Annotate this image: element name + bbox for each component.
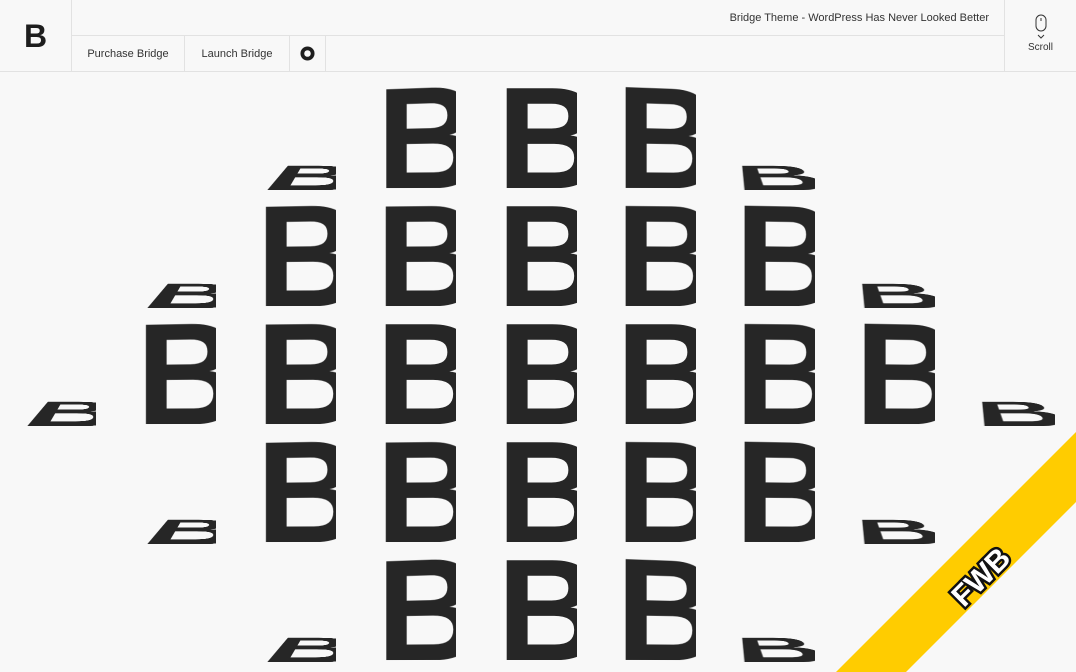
hero-b-glyph: B [497, 436, 577, 544]
hero-b-glyph: B [735, 436, 815, 544]
hero-b-letter: B [376, 554, 456, 662]
fwb-ribbon-graphic: FWB [836, 432, 1076, 672]
hero-b-glyph: B [735, 318, 815, 426]
hero-b-letter: B [735, 318, 815, 426]
hero-b-glyph: B [497, 318, 577, 426]
hero-b-glyph: B [497, 200, 577, 308]
hero-b-letter: B [735, 632, 815, 662]
hero-b-letter: B [376, 436, 456, 544]
scroll-label: Scroll [1027, 42, 1053, 53]
hero-b-glyph: B [256, 554, 336, 662]
hero-b-letter: B [497, 436, 577, 544]
ribbon-band [836, 432, 1076, 672]
hero-b-letter: B [497, 82, 577, 190]
hero-b-glyph: B [256, 82, 336, 190]
hero-b-glyph: B [497, 554, 577, 662]
hero-b-glyph: B [376, 82, 456, 190]
hero-b-letter: B [256, 200, 336, 308]
hero-b-letter: B [616, 318, 696, 426]
hero-b-letter: B [855, 278, 935, 308]
hero-b-letter: B [376, 82, 456, 190]
launch-bridge-link[interactable]: Launch Bridge [185, 36, 290, 71]
purchase-bridge-link[interactable]: Purchase Bridge [72, 36, 185, 71]
hero-b-letter: B [256, 160, 336, 190]
tagline-row: Bridge Theme - WordPress Has Never Looke… [72, 0, 1004, 36]
site-tagline: Bridge Theme - WordPress Has Never Looke… [729, 12, 989, 24]
hero-b-letter: B [256, 632, 336, 662]
hero-b-glyph: B [735, 554, 815, 662]
hero-b-letter: B [616, 554, 696, 662]
scroll-button[interactable]: Scroll [1004, 0, 1076, 71]
main-nav: Purchase Bridge Launch Bridge [72, 36, 326, 71]
hero-b-glyph: B [855, 318, 935, 426]
hero-b-letter: B [376, 318, 456, 426]
hero-b-letter: B [136, 318, 216, 426]
hero-b-glyph: B [256, 436, 336, 544]
fwb-ribbon[interactable]: FWB [836, 432, 1076, 672]
hero-b-glyph: B [735, 82, 815, 190]
hero-b-glyph: B [975, 318, 1055, 426]
hero-b-letter: B [136, 278, 216, 308]
ring-button[interactable] [290, 36, 326, 71]
logo-letter[interactable]: B [24, 20, 47, 52]
hero-b-letter: B [497, 318, 577, 426]
hero-b-letter: B [497, 554, 577, 662]
hero-b-letter: B [256, 318, 336, 426]
hero-b-letter: B [616, 82, 696, 190]
hero-b-letter: B [975, 396, 1055, 426]
hero-b-glyph: B [376, 200, 456, 308]
hero-b-glyph: B [136, 436, 216, 544]
hero-b-glyph: B [376, 436, 456, 544]
hero-b-glyph: B [136, 318, 216, 426]
hero-b-glyph: B [256, 200, 336, 308]
hero-b-letter: B [735, 200, 815, 308]
hero-b-letter: B [256, 436, 336, 544]
hero-b-letter: B [136, 514, 216, 544]
hero-b-glyph: B [616, 200, 696, 308]
hero-b-letter: B [376, 200, 456, 308]
logo[interactable]: B [0, 0, 72, 71]
mouse-icon [1035, 14, 1046, 39]
hero-b-glyph: B [855, 200, 935, 308]
hero-b-glyph: B [16, 318, 96, 426]
hero-b-glyph: B [616, 436, 696, 544]
hero-b-letter: B [497, 200, 577, 308]
hero-b-letter: B [735, 436, 815, 544]
hero-b-glyph: B [376, 554, 456, 662]
hero-b-letter: B [616, 200, 696, 308]
hero-b-letter: B [616, 436, 696, 544]
hero-b-glyph: B [616, 318, 696, 426]
hero-b-letter: B [855, 318, 935, 426]
hero-b-letter: B [16, 396, 96, 426]
hero-b-glyph: B [616, 82, 696, 190]
hero-b-glyph: B [735, 200, 815, 308]
site-header: B Bridge Theme - WordPress Has Never Loo… [0, 0, 1076, 72]
hero-b-glyph: B [136, 200, 216, 308]
hero-b-glyph: B [256, 318, 336, 426]
hero-b-glyph: B [497, 82, 577, 190]
ring-icon [300, 46, 315, 61]
hero-b-glyph: B [376, 318, 456, 426]
hero-b-glyph: B [616, 554, 696, 662]
hero-b-letter: B [735, 160, 815, 190]
